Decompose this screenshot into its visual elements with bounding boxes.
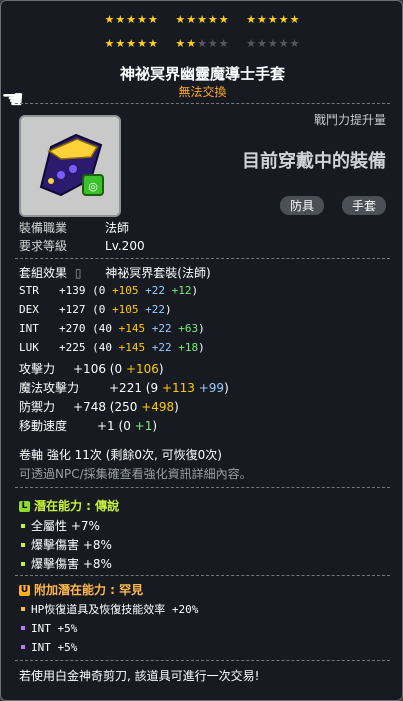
footer-note: 若使用白金神奇剪刀, 該道具可進行一次交易! [19, 669, 260, 683]
divider [15, 575, 390, 576]
stat-row-int: INT +270 (40 +145 +22 +63) [19, 322, 205, 335]
potential-line: 爆擊傷害 +8% [19, 555, 112, 572]
stat-row-luk: LUK +225 (40 +145 +22 +18) [19, 341, 205, 354]
stat-row-str: STR +139 (0 +105 +22 +12) [19, 284, 199, 297]
level-label: 要求等級 [19, 239, 68, 253]
divider [15, 258, 390, 259]
potential-line: 全屬性 +7% [19, 517, 100, 534]
trade-status: 無法交換 [178, 85, 227, 99]
set-effect-label: 套組效果 [19, 266, 68, 280]
additional-potential-header: U 附加潛在能力 : 罕見 [19, 583, 144, 597]
star-icon: ★★★★★ [175, 13, 230, 26]
scroll-upgrade-row: 卷軸 強化 11次 (剩餘0次, 可恢復0次) [19, 448, 222, 462]
divider [15, 103, 390, 104]
set-effect-name[interactable]: 神祕冥界套裝(法師) [105, 266, 210, 280]
star-icon: ★★★★★ [104, 13, 159, 26]
star-icon: ★★ [175, 37, 198, 50]
star-icon: ★★★★★ [246, 13, 301, 26]
stat-row-speed: 移動速度 +1 (0 +1) [19, 419, 158, 433]
star-force-row-1: ★★★★★ ★★★★★ ★★★★★ [1, 13, 403, 27]
combat-power-label: 戰鬥力提升量 [313, 113, 386, 127]
potential-header: L 潛在能力 : 傳說 [19, 497, 119, 514]
stat-row-magic-attack: 魔法攻擊力 +221 (9 +113 +99) [19, 381, 229, 395]
stat-row-defense: 防禦力 +748 (250 +498) [19, 400, 179, 414]
item-icon-frame: ◎ [19, 115, 121, 217]
item-tooltip: ★★★★★ ★★★★★ ★★★★★ ★★★★★ ★★★★★ ★★★★★ ☚ 神祕… [0, 0, 403, 701]
unique-badge-icon: U [19, 585, 30, 596]
star-force-row-2: ★★★★★ ★★★★★ ★★★★★ [1, 37, 403, 51]
mouse-icon: ▯ [74, 266, 82, 280]
stat-row-dex: DEX +127 (0 +105 +22) [19, 303, 172, 316]
star-icon: ★★★★★ [104, 37, 159, 50]
level-requirement: 要求等級 Lv.200 [19, 237, 145, 254]
job-requirement: 裝備職業 法師 [19, 219, 129, 236]
additional-potential-line: INT +5% [19, 640, 77, 654]
upgrade-hint: 可透過NPC/採集確查看強化資訊詳細內容。 [19, 467, 252, 481]
category-tag-gloves: 手套 [341, 196, 386, 215]
star-empty-icon: ★★★★★ [246, 37, 301, 50]
additional-potential-line: HP恢復道具及恢復技能效率 +20% [19, 601, 198, 617]
divider [15, 660, 390, 661]
gloves-icon: ◎ [39, 133, 104, 197]
svg-text:◎: ◎ [88, 180, 98, 193]
set-effect-row: 套組效果 ▯ 神祕冥界套裝(法師) [19, 264, 211, 281]
potential-line: 爆擊傷害 +8% [19, 536, 112, 553]
item-name: 神祕冥界幽靈魔導士手套 [119, 65, 285, 83]
divider [15, 487, 390, 488]
stat-row-attack: 攻擊力 +106 (0 +106) [19, 362, 164, 376]
job-label: 裝備職業 [19, 221, 68, 235]
job-value: 法師 [105, 221, 130, 235]
additional-potential-line: INT +5% [19, 621, 77, 635]
currently-equipped-label: 目前穿戴中的裝備 [242, 151, 386, 172]
star-empty-icon: ★★★ [197, 37, 230, 50]
legendary-badge-icon: L [19, 501, 30, 512]
category-tag-armor: 防具 [279, 196, 324, 215]
level-value: Lv.200 [105, 239, 145, 253]
